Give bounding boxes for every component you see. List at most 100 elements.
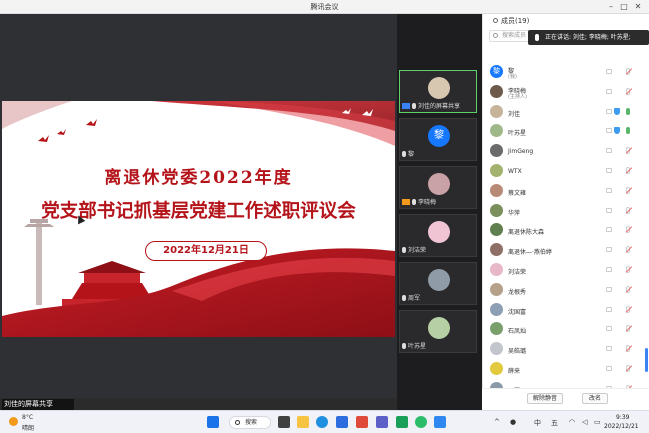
mic-icon[interactable] [626, 186, 630, 194]
members-panel-footer: 解除静音 改名 [482, 388, 649, 410]
camera-icon[interactable] [606, 346, 612, 352]
member-row[interactable]: 龙根秀 [483, 280, 648, 300]
camera-icon[interactable] [606, 207, 612, 213]
close-icon[interactable]: ✕ [633, 1, 643, 12]
camera-icon[interactable] [606, 227, 612, 233]
camera-icon[interactable] [606, 168, 612, 173]
mic-icon[interactable] [626, 365, 630, 372]
mic-icon[interactable] [626, 167, 630, 174]
member-row[interactable]: 吴皓璐 [483, 339, 648, 359]
ime-mode[interactable]: 五 [551, 418, 558, 428]
app-icon[interactable] [336, 416, 348, 428]
mic-icon[interactable] [626, 345, 630, 353]
rename-button[interactable]: 改名 [582, 393, 608, 404]
mic-icon[interactable] [626, 147, 630, 155]
member-row[interactable]: 薛来 [483, 359, 648, 379]
wechat-icon[interactable] [415, 416, 427, 428]
avatar [490, 282, 503, 296]
video-tile[interactable]: 周军 [399, 262, 477, 305]
ime-language[interactable]: 中 [534, 418, 541, 428]
camera-icon[interactable] [606, 187, 612, 193]
volume-icon[interactable]: ◁ [582, 418, 587, 426]
clock-date[interactable]: 2022/12/21 [604, 423, 639, 430]
member-row[interactable]: 李晓梅 (主持人) [483, 82, 648, 102]
mic-icon [412, 103, 416, 109]
member-list-scrollbar[interactable] [645, 348, 648, 372]
member-name: 龙根秀 [508, 288, 527, 296]
member-row[interactable]: 离退休陈大森 [483, 220, 648, 240]
member-row[interactable]: 沈国富 [483, 300, 648, 320]
camera-icon[interactable] [606, 88, 612, 94]
slide-title-line1: 离退休党委2022年度 [104, 168, 293, 188]
task-view-icon[interactable] [278, 416, 290, 428]
mic-icon[interactable] [626, 127, 630, 135]
tencent-meeting-icon[interactable] [434, 416, 446, 428]
mic-icon[interactable] [626, 246, 630, 254]
member-row[interactable]: WTX [483, 161, 648, 181]
taskbar-search[interactable]: 搜索 [229, 416, 271, 429]
camera-icon[interactable] [606, 128, 612, 134]
mic-icon [402, 247, 406, 253]
edge-icon[interactable] [316, 416, 328, 428]
wifi-icon[interactable]: ◠ [569, 418, 575, 426]
avatar [490, 124, 503, 138]
member-row[interactable]: JimGeng [483, 141, 648, 161]
file-explorer-icon[interactable] [297, 416, 309, 428]
member-name: 蔡文雍 [508, 189, 527, 197]
camera-icon[interactable] [606, 148, 612, 154]
mic-icon[interactable] [626, 285, 630, 293]
camera-icon[interactable] [606, 108, 612, 114]
battery-icon[interactable]: ▭ [594, 418, 601, 426]
mic-icon[interactable] [626, 325, 630, 333]
slide-title-line2: 党支部书记抓基层党建工作述职评议会 [41, 201, 356, 222]
app-icon[interactable] [376, 416, 388, 428]
weather-description: 晴朗 [22, 425, 35, 432]
camera-icon[interactable] [606, 267, 612, 272]
video-tile[interactable]: 叶苏星 [399, 310, 477, 353]
minimize-icon[interactable]: – [606, 1, 616, 12]
video-tile[interactable]: 李晓梅 [399, 166, 477, 209]
mic-icon[interactable] [626, 87, 630, 95]
mic-icon[interactable] [626, 305, 630, 313]
avatar [490, 223, 503, 237]
avatar [490, 342, 503, 356]
screen-share-icon [402, 103, 410, 109]
member-name: 离退休陈大森 [508, 229, 545, 237]
member-row[interactable]: 蔡文雍 [483, 181, 648, 201]
weather-sun-icon[interactable] [9, 417, 18, 426]
video-tile[interactable]: 黎 黎 [399, 118, 477, 161]
member-row[interactable]: 刘洁荣 [483, 260, 648, 280]
tray-chevron-icon[interactable]: ^ [494, 418, 500, 426]
clock-time[interactable]: 9:39 [616, 414, 629, 421]
app-icon[interactable] [356, 416, 368, 428]
camera-icon[interactable] [606, 306, 612, 312]
mic-icon [535, 34, 539, 41]
video-tile[interactable]: 刘洁荣 [399, 214, 477, 257]
meeting-window: 腾讯会议 – □ ✕ 离退休党委2022年度 党支部书记抓基层党建工作述职评议会… [0, 0, 649, 433]
avatar [490, 183, 503, 197]
mic-icon[interactable] [626, 206, 630, 214]
avatar [428, 221, 450, 243]
member-row[interactable]: 刘佳 [483, 102, 648, 122]
member-row[interactable]: 离退休—·燕伯婷 [483, 240, 648, 260]
mic-icon[interactable] [626, 107, 630, 115]
app-icon[interactable] [396, 416, 408, 428]
video-tile[interactable]: 刘佳的屏幕共享 [399, 70, 477, 113]
camera-icon[interactable] [606, 69, 612, 74]
camera-icon[interactable] [606, 366, 612, 371]
avatar: 黎 [428, 125, 450, 147]
maximize-icon[interactable]: □ [619, 1, 629, 12]
member-row[interactable]: 华萍 [483, 201, 648, 221]
unmute-all-button[interactable]: 解除静音 [527, 393, 563, 404]
member-row[interactable]: 叶苏星 [483, 121, 648, 141]
camera-icon[interactable] [606, 326, 612, 332]
mic-icon[interactable] [626, 226, 630, 234]
mic-icon[interactable] [626, 68, 630, 75]
start-icon[interactable] [207, 416, 219, 428]
member-row[interactable]: 石凤灿 [483, 319, 648, 339]
tray-app-icon[interactable]: ● [510, 418, 516, 426]
mic-icon[interactable] [626, 266, 630, 273]
member-row[interactable]: 黎黎 (我) [483, 62, 648, 82]
camera-icon[interactable] [606, 247, 612, 253]
camera-icon[interactable] [606, 286, 612, 292]
